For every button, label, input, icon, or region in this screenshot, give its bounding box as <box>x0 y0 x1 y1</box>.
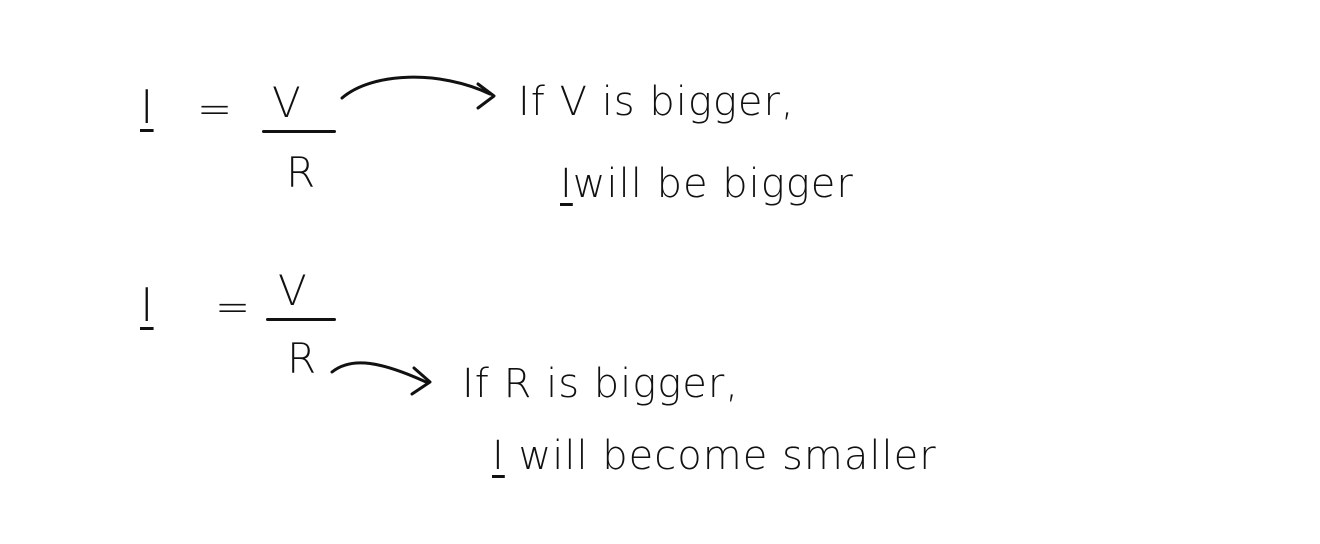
note-2-condition: R is bigger, <box>503 361 740 407</box>
note-2-line-1: If R is bigger, <box>462 364 739 404</box>
note-2-if: If <box>462 361 490 407</box>
note-2-current: I <box>492 433 505 479</box>
notebook-page: I = V R If V is bigger, Iwill be bigger … <box>0 0 1320 544</box>
note-2-line-2: I will become smaller <box>492 436 937 476</box>
note-2-result: will become smaller <box>518 433 937 479</box>
